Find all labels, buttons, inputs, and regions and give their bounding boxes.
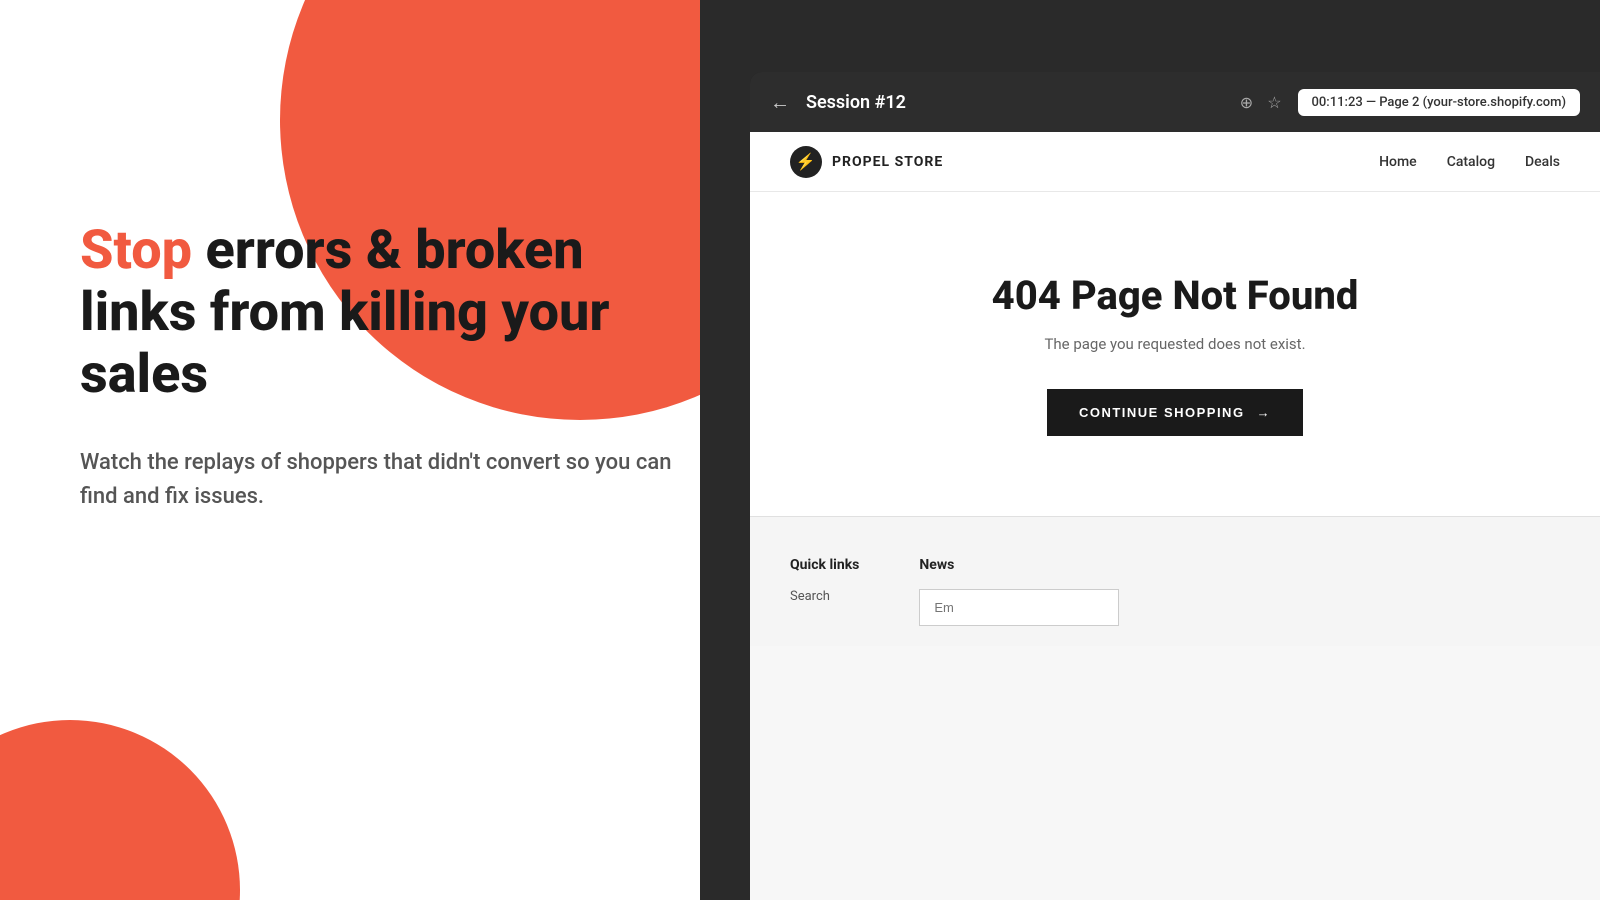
coral-circle-bottom <box>0 720 240 900</box>
website-content: ⚡ PROPEL STORE Home Catalog Deals 404 Pa… <box>750 132 1600 900</box>
site-nav: ⚡ PROPEL STORE Home Catalog Deals <box>750 132 1600 192</box>
site-nav-links: Home Catalog Deals <box>1379 154 1560 170</box>
continue-arrow-icon: → <box>1257 405 1272 420</box>
browser-icons: ⊕ ☆ <box>1240 93 1282 112</box>
footer-grid: Quick links Search News <box>790 557 1560 626</box>
headline-stop: Stop <box>80 219 192 282</box>
left-content: Stop errors & broken links from killing … <box>80 220 680 514</box>
left-section: Stop errors & broken links from killing … <box>0 0 760 900</box>
star-icon[interactable]: ☆ <box>1267 93 1281 112</box>
right-section: ← Session #12 ⊕ ☆ 00:11:23 — Page 2 (you… <box>700 0 1600 900</box>
session-badge: 00:11:23 — Page 2 (your-store.shopify.co… <box>1298 89 1580 116</box>
footer-search-link[interactable]: Search <box>790 589 859 604</box>
footer-col-quick-links: Quick links Search <box>790 557 859 626</box>
nav-link-deals[interactable]: Deals <box>1525 154 1560 170</box>
site-logo: ⚡ PROPEL STORE <box>790 146 943 178</box>
footer-col-newsletter: News <box>919 557 1119 626</box>
browser-window: ← Session #12 ⊕ ☆ 00:11:23 — Page 2 (you… <box>750 72 1600 900</box>
nav-link-catalog[interactable]: Catalog <box>1447 154 1495 170</box>
footer-col2-title: News <box>919 557 1119 573</box>
footer-col1-title: Quick links <box>790 557 859 573</box>
newsletter-input[interactable] <box>919 589 1119 626</box>
session-title: Session #12 <box>806 92 1224 113</box>
continue-btn-label: CONTINUE SHOPPING <box>1079 405 1245 420</box>
site-footer: Quick links Search News <box>750 516 1600 646</box>
back-button[interactable]: ← <box>770 90 790 115</box>
continue-shopping-button[interactable]: CONTINUE SHOPPING → <box>1047 389 1303 436</box>
browser-toolbar: ← Session #12 ⊕ ☆ 00:11:23 — Page 2 (you… <box>750 72 1600 132</box>
error-subtitle: The page you requested does not exist. <box>1044 335 1305 353</box>
logo-icon: ⚡ <box>790 146 822 178</box>
subheadline: Watch the replays of shoppers that didn'… <box>80 446 680 514</box>
page-404: 404 Page Not Found The page you requeste… <box>750 192 1600 516</box>
main-headline: Stop errors & broken links from killing … <box>80 220 680 406</box>
nav-link-home[interactable]: Home <box>1379 154 1417 170</box>
share-icon[interactable]: ⊕ <box>1240 93 1253 112</box>
logo-text: PROPEL STORE <box>832 154 943 170</box>
error-title: 404 Page Not Found <box>992 272 1359 319</box>
